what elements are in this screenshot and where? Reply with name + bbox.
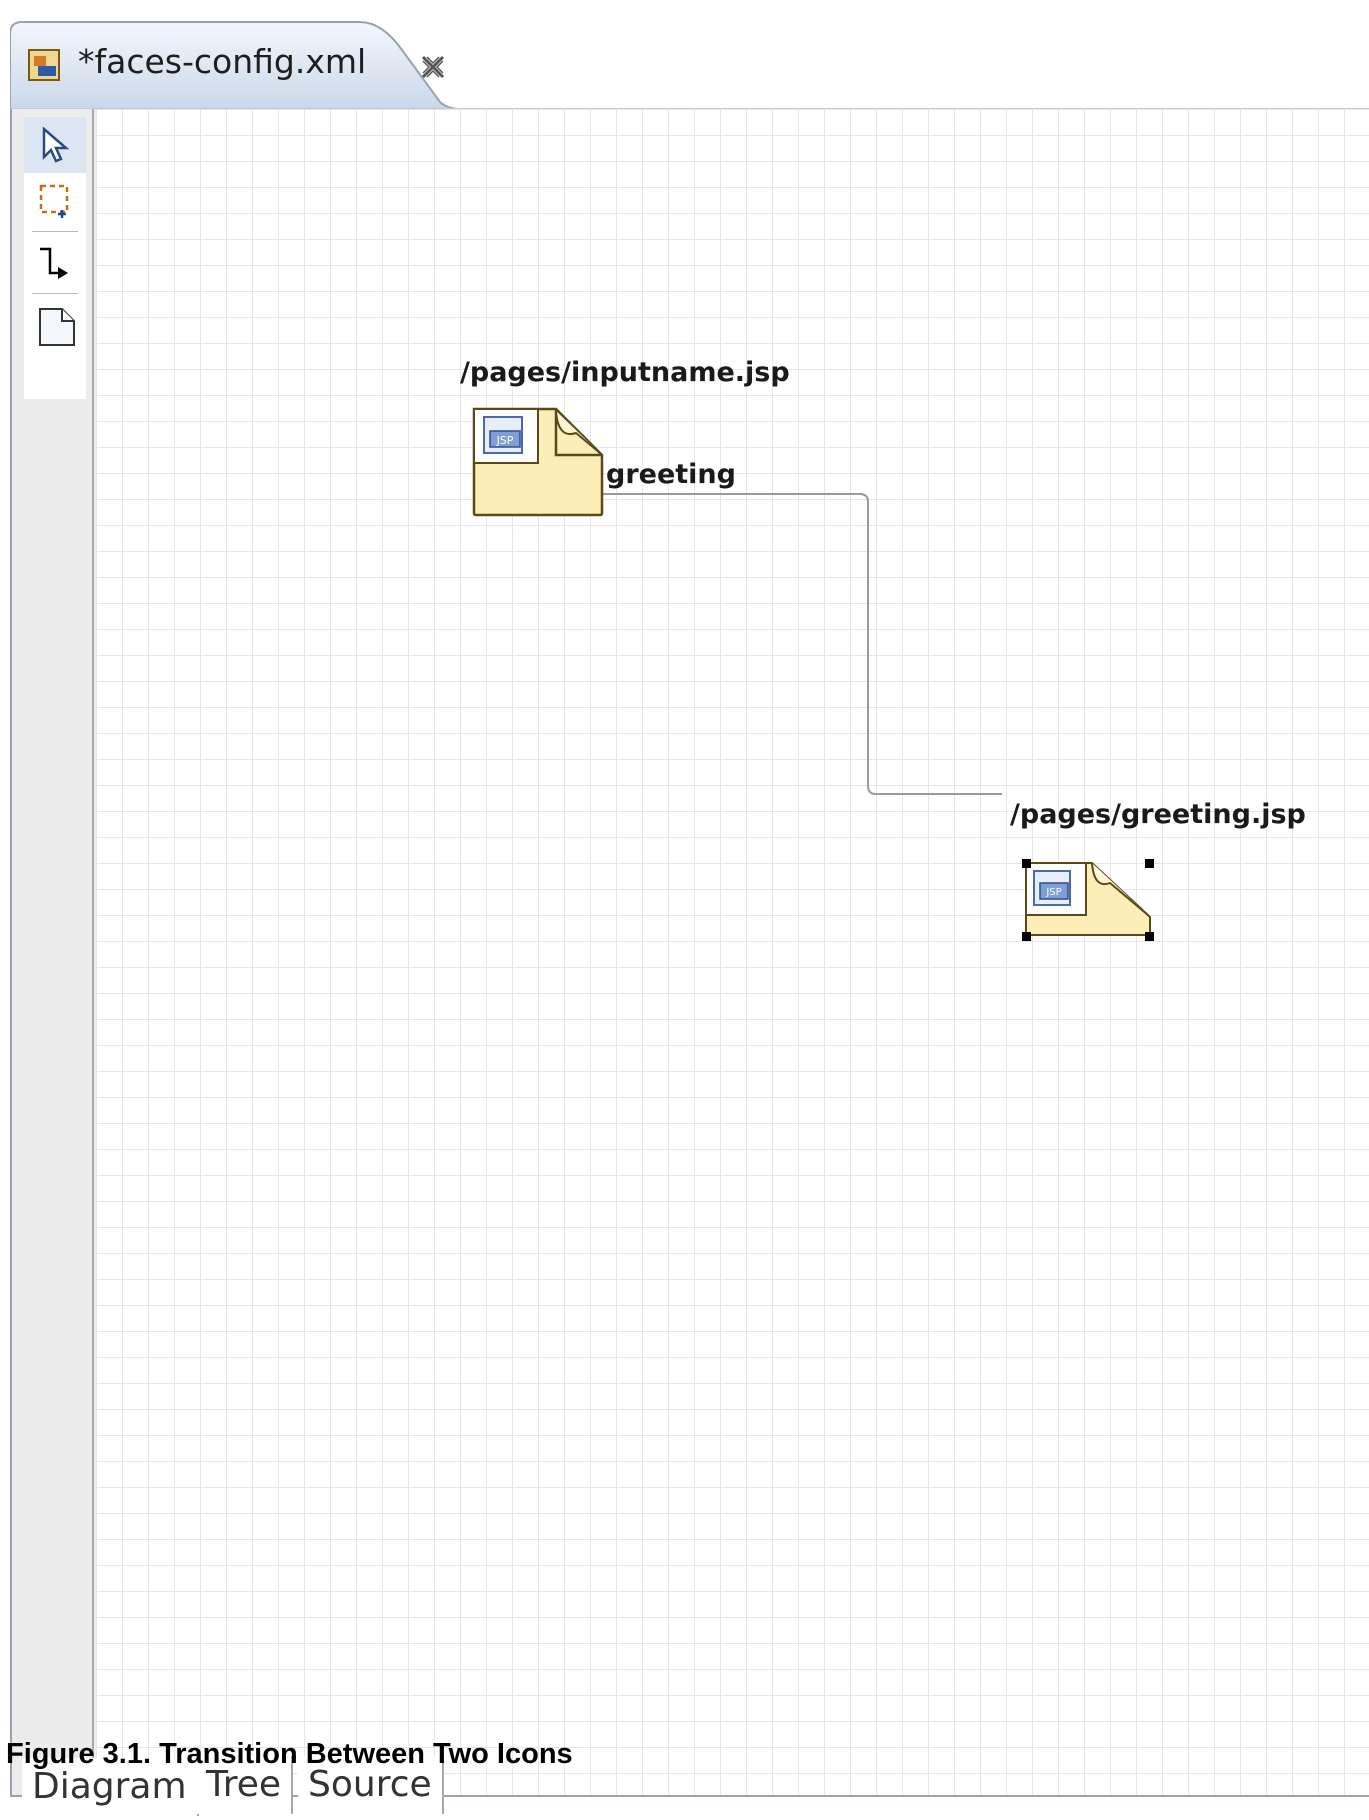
marquee-select-icon xyxy=(39,184,69,218)
transition-tool-button[interactable] xyxy=(24,235,86,291)
page-tool-button[interactable] xyxy=(24,297,86,353)
jsp-page-icon: JSP xyxy=(1025,862,1151,936)
editor-window: *faces-config.xml /pages/inputname.jsp J… xyxy=(0,0,1369,1820)
jsp-page-node-inputname[interactable]: JSP xyxy=(472,407,604,517)
svg-text:JSP: JSP xyxy=(1045,887,1061,898)
arrow-pointer-icon xyxy=(42,127,70,163)
close-icon[interactable] xyxy=(418,52,448,82)
tab-title: *faces-config.xml xyxy=(78,42,367,81)
palette-tools xyxy=(24,117,86,399)
transition-connection[interactable] xyxy=(582,493,1002,795)
jsp-page-node-greeting[interactable]: JSP xyxy=(1018,855,1158,945)
selection-handle[interactable] xyxy=(1022,859,1031,868)
faces-config-editor: /pages/inputname.jsp JSP greeting /pages… xyxy=(10,108,1369,1797)
faces-config-file-icon xyxy=(26,46,66,86)
selection-handle[interactable] xyxy=(1145,932,1154,941)
editor-tab-strip: *faces-config.xml xyxy=(0,0,1369,110)
selection-handle[interactable] xyxy=(1022,932,1031,941)
tool-palette xyxy=(12,109,94,1795)
svg-text:JSP: JSP xyxy=(496,434,514,447)
jsp-page-icon: JSP xyxy=(472,407,604,517)
figure-caption: Figure 3.1. Transition Between Two Icons xyxy=(6,1738,573,1770)
marquee-tool-button[interactable] xyxy=(24,173,86,229)
connection-arrow-icon xyxy=(40,247,68,279)
selection-handle[interactable] xyxy=(1145,859,1154,868)
palette-separator xyxy=(32,293,78,294)
tab-faces-config[interactable]: *faces-config.xml xyxy=(10,20,510,110)
page-icon xyxy=(39,308,75,346)
diagram-canvas[interactable]: /pages/inputname.jsp JSP greeting /pages… xyxy=(96,109,1369,1795)
palette-separator xyxy=(32,231,78,232)
transition-label[interactable]: greeting xyxy=(606,459,736,490)
node-label-inputname: /pages/inputname.jsp xyxy=(460,357,790,388)
select-tool-button[interactable] xyxy=(24,117,86,173)
node-label-greeting: /pages/greeting.jsp xyxy=(1010,799,1306,830)
